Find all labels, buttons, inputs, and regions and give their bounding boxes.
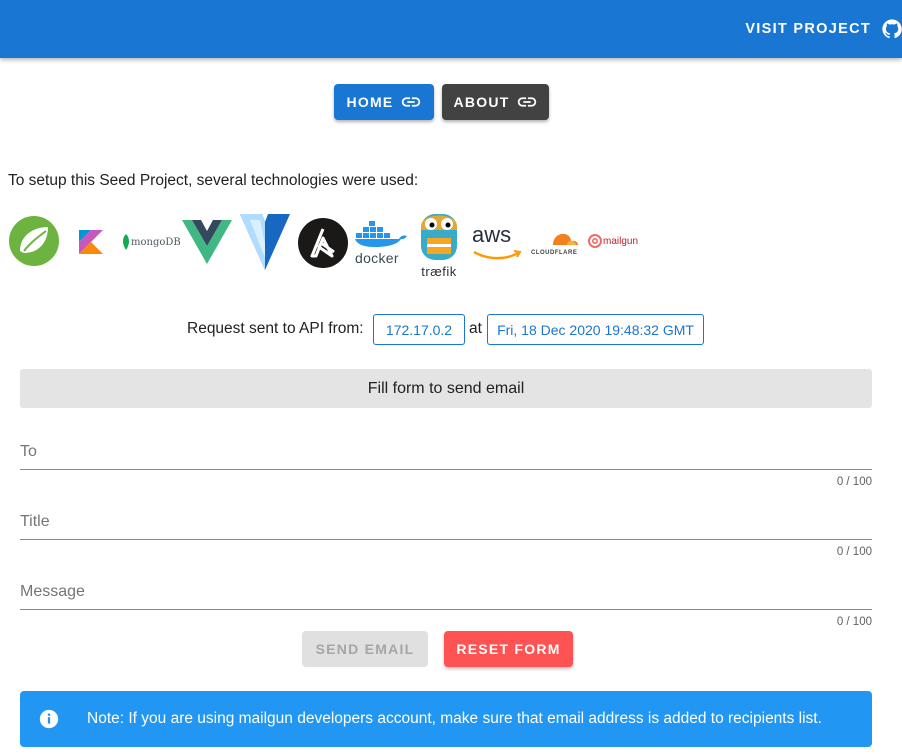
cloudflare-logo-label: CLOUDFLARE <box>531 250 578 256</box>
cloudflare-cloud-icon <box>553 233 578 245</box>
send-email-button[interactable]: SEND EMAIL <box>302 631 428 667</box>
github-icon <box>882 19 902 39</box>
home-button[interactable]: HOME <box>334 84 434 120</box>
aws-logo-icon: aws <box>472 223 524 265</box>
home-button-label: HOME <box>346 94 394 110</box>
aws-logo-label: aws <box>472 222 512 247</box>
mailgun-logo-label: mailgun <box>603 235 639 247</box>
traefik-gopher-icon <box>421 214 457 260</box>
to-field[interactable]: To 0 / 100 <box>20 435 872 505</box>
visit-project-button[interactable]: VISIT PROJECT <box>745 0 902 58</box>
to-counter: 0 / 100 <box>836 476 872 488</box>
form-header: Fill form to send email <box>20 369 872 408</box>
mongodb-leaf-icon <box>123 234 129 250</box>
intro-text: To setup this Seed Project, several tech… <box>8 172 419 189</box>
title-label: Title <box>20 513 50 530</box>
info-icon <box>39 709 59 729</box>
request-label: Request sent to API from: <box>187 320 364 337</box>
docker-logo-label: docker <box>355 250 399 266</box>
request-at: at <box>469 320 482 337</box>
app-bar: VISIT PROJECT <box>0 0 902 58</box>
link-icon <box>401 97 420 107</box>
mongodb-logo-label: mongoDB <box>131 236 181 248</box>
mongodb-logo-icon: mongoDB <box>122 234 181 250</box>
date-chip: Fri, 18 Dec 2020 19:48:32 GMT <box>487 314 704 345</box>
traefik-logo-icon: træfik <box>415 208 463 279</box>
traefik-logo-label: træfik <box>421 264 457 279</box>
to-label: To <box>20 443 37 460</box>
message-counter: 0 / 100 <box>836 616 872 628</box>
title-field[interactable]: Title 0 / 100 <box>20 505 872 575</box>
mailgun-logo-icon: mailgun <box>588 234 638 248</box>
title-counter: 0 / 100 <box>836 546 872 558</box>
vue-logo-icon <box>182 220 232 264</box>
alert-text: Note: If you are using mailgun developer… <box>87 710 822 727</box>
docker-whale-icon <box>355 221 407 247</box>
link-icon <box>517 97 536 107</box>
about-button[interactable]: ABOUT <box>442 84 549 120</box>
about-button-label: ABOUT <box>453 94 510 110</box>
visit-project-label: VISIT PROJECT <box>745 21 871 37</box>
spring-logo-icon <box>9 216 59 266</box>
cloudflare-logo-icon: CLOUDFLARE <box>531 232 579 256</box>
mailgun-at-icon <box>588 234 602 248</box>
kotlin-logo-icon <box>79 230 103 254</box>
reset-form-button[interactable]: RESET FORM <box>444 631 573 667</box>
request-info: Request sent to API from: 172.17.0.2 at … <box>0 314 902 346</box>
ansible-logo-icon <box>298 218 348 268</box>
message-input[interactable] <box>20 575 872 610</box>
ip-chip: 172.17.0.2 <box>373 314 465 345</box>
aws-smile-icon <box>473 250 522 260</box>
message-label: Message <box>20 583 85 600</box>
to-input[interactable] <box>20 435 872 470</box>
title-input[interactable] <box>20 505 872 540</box>
docker-logo-icon: docker <box>355 219 407 266</box>
info-alert: Note: If you are using mailgun developer… <box>20 691 872 747</box>
vuetify-logo-icon <box>240 214 290 270</box>
